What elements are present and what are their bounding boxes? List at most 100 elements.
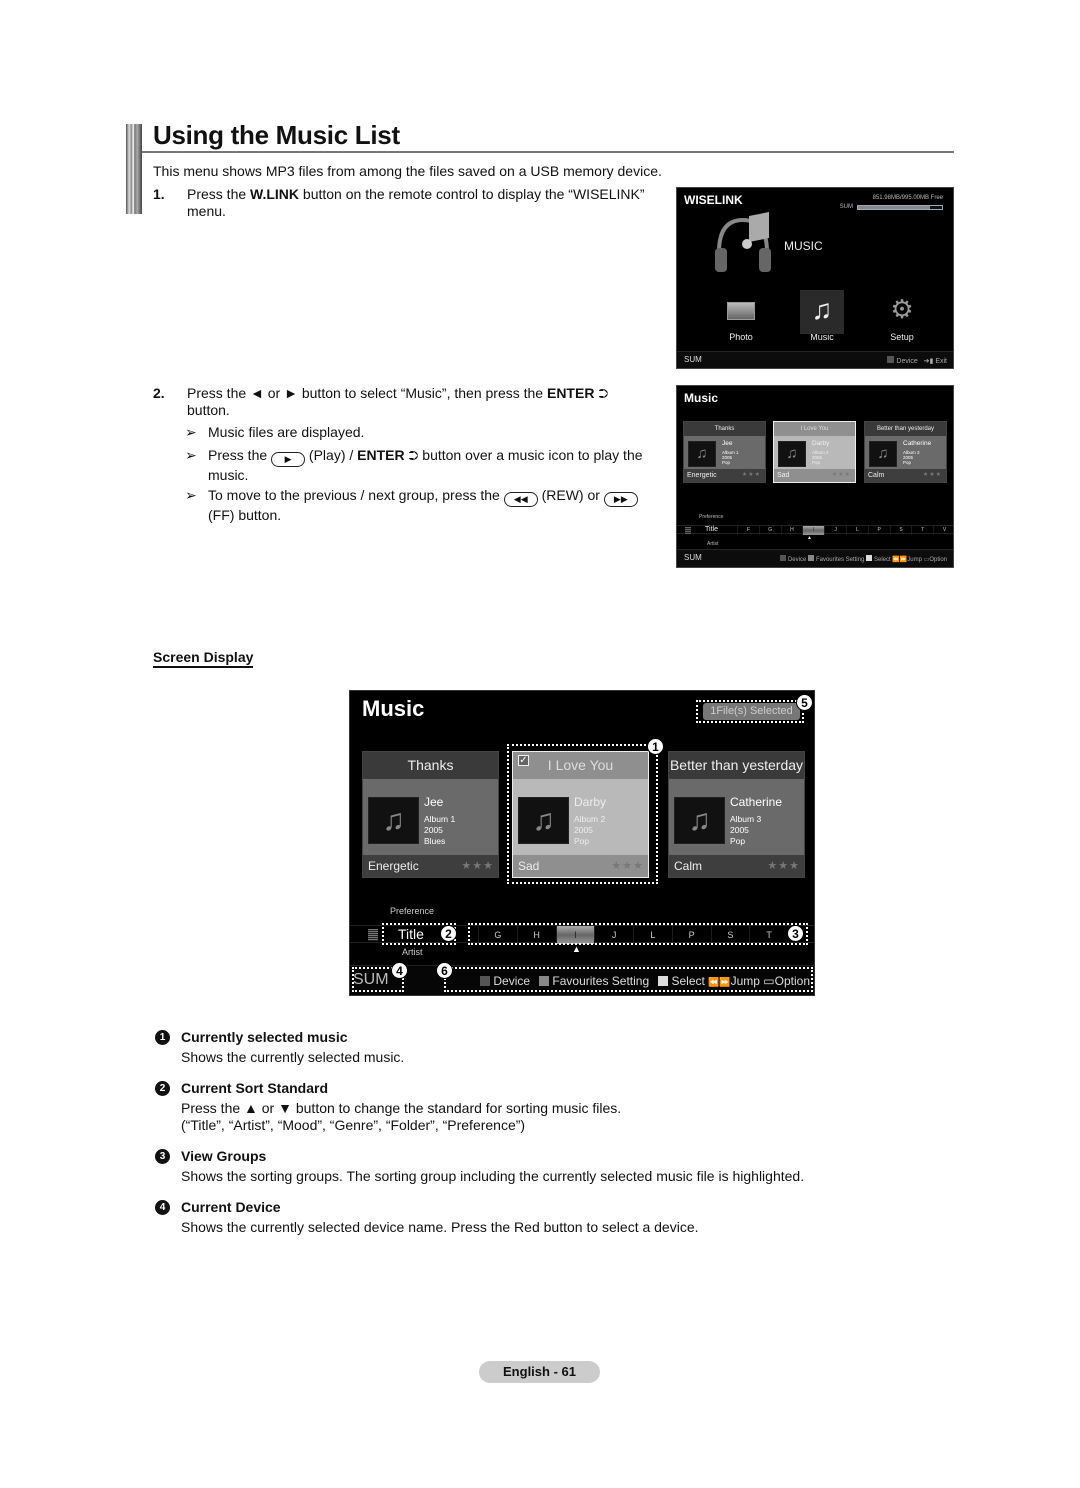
jump-key-label[interactable]: Jump — [907, 557, 922, 563]
card-album: Album 1 — [424, 814, 456, 824]
music-note-icon: ♫ — [786, 445, 798, 462]
number-badge: 2 — [155, 1081, 170, 1096]
headphones-icon — [715, 212, 771, 272]
group-G[interactable]: G — [758, 526, 781, 535]
music-card[interactable]: Better than yesterday ♫ Catherine Album 3 20… — [864, 421, 947, 483]
card-genre: Pop — [730, 836, 746, 846]
card-footer: Energetic ★★★ — [363, 855, 498, 877]
group-I[interactable]: I — [802, 526, 825, 535]
card-body: ♫ Jee Album 1 2005 Blues — [363, 779, 498, 857]
rewind-button-icon: ◀◀ — [503, 492, 538, 507]
description-body: Shows the sorting groups. The sorting gr… — [181, 1168, 805, 1184]
card-artist: Jee — [424, 795, 444, 809]
sort-below: Artist — [707, 541, 719, 547]
card-genre: Pop — [722, 460, 731, 465]
step-number: 1. — [153, 186, 165, 202]
storage-bar-fill — [858, 206, 931, 209]
album-art: ♫ — [688, 441, 716, 467]
description-body: Shows the currently selected music. — [181, 1049, 405, 1065]
card-mood: Energetic — [368, 859, 419, 873]
section-side-bar — [126, 124, 142, 214]
device-key-label[interactable]: Device — [788, 557, 806, 563]
app-music[interactable]: ♫ Music — [792, 290, 852, 342]
sort-below: Artist — [402, 947, 423, 957]
note-3: ➢ To move to the previous / next group, … — [185, 487, 655, 523]
group-L[interactable]: L — [846, 526, 868, 535]
free-space-text: 851.98MB/995.00MB Free — [872, 195, 943, 201]
music-note-icon: ♫ — [688, 804, 711, 837]
app-label: Setup — [890, 332, 914, 342]
photo-icon — [725, 294, 757, 326]
description-item: 2 Current Sort Standard Press the ▲ or ▼ b… — [155, 1080, 855, 1138]
group-J[interactable]: J — [824, 526, 846, 535]
group-P[interactable]: P — [867, 526, 890, 535]
music-card[interactable]: Thanks ♫ Jee Album 1 2005 Pop Energetic ★★★ — [683, 421, 766, 483]
music-note-icon: ♫ — [696, 445, 708, 462]
red-key-icon — [779, 555, 786, 561]
group-H[interactable]: H — [780, 526, 803, 535]
card-title: I Love You — [774, 422, 855, 436]
group-F[interactable]: F — [737, 526, 759, 535]
callout-4: 4 — [391, 962, 408, 979]
footer-keys: Device Favourites Setting Select ⏪⏩Jump … — [779, 555, 947, 563]
card-meta: Album 3 2005 Pop — [903, 450, 920, 465]
app-setup[interactable]: ⚙ Setup — [872, 294, 932, 342]
card-album: Album 3 — [730, 814, 762, 824]
exit-key-label[interactable]: Exit — [935, 358, 947, 365]
sort-current[interactable]: Title — [705, 526, 718, 533]
app-photo[interactable]: Photo — [711, 294, 771, 342]
card-footer: Sad ★★★ — [774, 469, 855, 482]
callout-box-3 — [468, 923, 808, 945]
card-body: ♫ Jee Album 1 2005 Pop — [684, 436, 765, 471]
select-key-label[interactable]: Select — [874, 557, 891, 563]
note-text-post: (FF) button. — [208, 507, 282, 523]
card-body: ♫ Catherine Album 3 2005 Pop — [669, 779, 804, 857]
group-pointer-icon: ▲ — [807, 535, 812, 541]
device-key-label[interactable]: Device — [896, 358, 917, 365]
group-S[interactable]: S — [889, 526, 912, 535]
app-label: Photo — [729, 332, 753, 342]
card-meta: Album 1 2005 Blues — [424, 814, 455, 847]
card-meta: Album 1 2005 Pop — [722, 450, 739, 465]
music-note-icon: ♫ — [877, 445, 889, 462]
sort-list-icon — [685, 527, 691, 534]
card-title: Thanks — [684, 422, 765, 436]
callout-box-1 — [507, 744, 658, 884]
note-arrow-icon: ➢ — [185, 424, 197, 440]
intro-text: This menu shows MP3 files from among the… — [153, 163, 662, 179]
card-title: Better than yesterday — [669, 752, 804, 779]
music-card[interactable]: Better than yesterday ♫ Catherine Album 3 20… — [668, 751, 805, 878]
group-T[interactable]: T — [911, 526, 933, 535]
wiselink-title: WISELINK — [684, 193, 743, 207]
card-year: 2005 — [424, 825, 443, 835]
exit-icon: ➔▮ — [923, 358, 934, 365]
step-1: 1. Press the W.LINK button on the remote… — [153, 186, 673, 222]
storage-device-label: SUM — [839, 204, 853, 210]
favourites-key-label[interactable]: Favourites Setting — [816, 557, 864, 563]
music-card[interactable]: Thanks ♫ Jee Album 1 2005 Blues Energetic ★★★ — [362, 751, 499, 878]
card-artist: Catherine — [730, 795, 783, 809]
wiselink-footer: SUM Device ➔▮ Exit — [677, 351, 953, 368]
description-item: 3 View Groups Shows the sorting groups. Th… — [155, 1148, 855, 1188]
music-note-icon: ♫ — [800, 290, 844, 334]
callout-6: 6 — [436, 962, 453, 979]
footer-keys: Device ➔▮ Exit — [887, 356, 947, 365]
description-heading: Current Device — [181, 1199, 281, 1215]
storage-bar — [857, 205, 943, 210]
album-art: ♫ — [778, 441, 806, 467]
music-card[interactable]: I Love You ♫ Darby Album 2 2005 Pop Sad ★★★ — [773, 421, 856, 483]
enter-icon: ⮊ — [408, 448, 419, 463]
group-bar: Title FGHIJLPSTV — [677, 525, 953, 535]
card-footer: Calm ★★★ — [865, 469, 946, 482]
step-text-post: button. — [187, 402, 230, 418]
note-text-mid: (Play) / — [305, 447, 358, 463]
note-text-pre: Press the — [208, 447, 272, 463]
note-arrow-icon: ➢ — [185, 487, 197, 503]
card-mood: Calm — [674, 859, 703, 873]
number-badge: 4 — [155, 1200, 170, 1215]
device-name: SUM — [684, 355, 702, 364]
group-V[interactable]: V — [933, 526, 953, 535]
green-key-icon — [807, 555, 814, 561]
enter-icon: ⮊ — [598, 386, 609, 401]
option-key-label[interactable]: Option — [929, 557, 947, 563]
